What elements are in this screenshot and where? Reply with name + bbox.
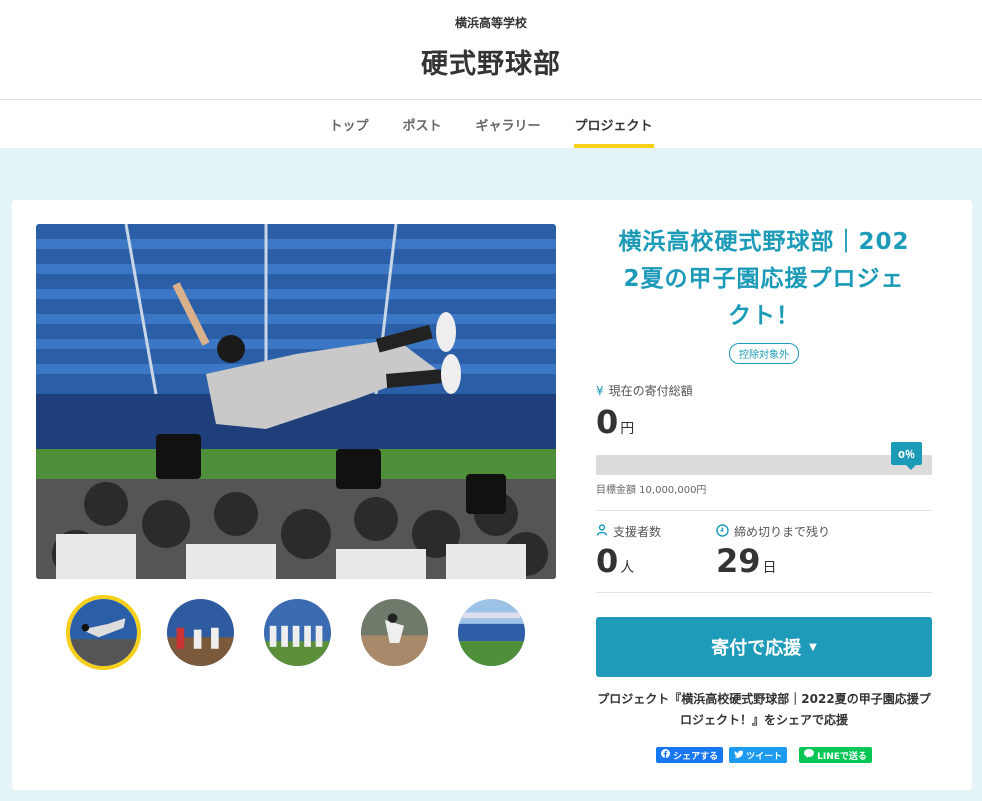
gallery-thumbnails xyxy=(66,595,529,670)
tab-top[interactable]: トップ xyxy=(328,100,369,148)
progress-bar: 0％ xyxy=(596,442,932,475)
line-icon xyxy=(804,749,815,761)
share-message: プロジェクト『横浜高校硬式野球部｜2022夏の甲子園応援プロジェクト！』をシェア… xyxy=(597,692,931,727)
tab-project[interactable]: プロジェクト xyxy=(573,100,654,148)
clock-icon xyxy=(716,523,729,540)
thumbnail-team-lineup[interactable] xyxy=(260,595,335,670)
share-buttons: シェアする ツイート LINEで送る xyxy=(596,747,932,763)
main-project-photo xyxy=(36,224,556,579)
thumbnail-celebration[interactable] xyxy=(66,595,141,670)
thumbnail-stadium-team[interactable] xyxy=(163,595,238,670)
caret-down-icon: ▼ xyxy=(809,641,817,653)
main-nav: トップ ポスト ギャラリー プロジェクト xyxy=(0,100,982,148)
thumbnail-pitcher[interactable] xyxy=(357,595,432,670)
person-icon xyxy=(596,524,608,539)
site-header: 横浜高等学校 硬式野球部 xyxy=(0,0,982,100)
progress-percent-label: 0％ xyxy=(891,442,922,470)
facebook-icon xyxy=(661,749,671,761)
school-name: 横浜高等学校 xyxy=(454,16,527,30)
goal-amount: 目標金額 10,000,000円 xyxy=(596,485,707,496)
tax-deduction-badge: 控除対象外 xyxy=(729,343,799,364)
tab-posts[interactable]: ポスト xyxy=(401,100,442,148)
project-info: 横浜高校硬式野球部｜202 2夏の甲子園応援プロジェ クト！ 控除対象外 ¥ 現在… xyxy=(596,224,932,763)
twitter-bird-icon xyxy=(734,750,744,761)
yen-icon: ¥ xyxy=(596,383,604,398)
club-name: 硬式野球部 xyxy=(421,49,561,80)
donation-section: ¥ 現在の寄付総額 0円 0％ 目標金額 10,000,000円 xyxy=(596,382,932,496)
supporters-stat: 支援者数 0人 xyxy=(596,524,662,580)
tab-gallery[interactable]: ギャラリー xyxy=(475,100,542,148)
donation-amount: 0円 xyxy=(596,403,635,441)
deadline-stat: 締め切りまで残り 29 日 xyxy=(716,523,831,580)
donate-button[interactable]: 寄付で応援 ▼ xyxy=(596,617,932,677)
twitter-tweet-button[interactable]: ツイート xyxy=(729,747,788,763)
project-title: 横浜高校硬式野球部｜202 2夏の甲子園応援プロジェ クト！ xyxy=(618,229,910,329)
divider xyxy=(596,592,932,593)
line-share-button[interactable]: LINEで送る xyxy=(799,747,872,763)
donation-label: 現在の寄付総額 xyxy=(608,384,693,398)
project-card: 横浜高校硬式野球部｜202 2夏の甲子園応援プロジェ クト！ 控除対象外 ¥ 現在… xyxy=(12,200,972,790)
facebook-share-button[interactable]: シェアする xyxy=(656,747,724,763)
stats-row: 支援者数 0人 締め切りまで残り 29 日 xyxy=(596,511,932,580)
baseball-celebration-photo xyxy=(36,224,556,579)
thumbnail-stadium-wide[interactable] xyxy=(454,595,529,670)
